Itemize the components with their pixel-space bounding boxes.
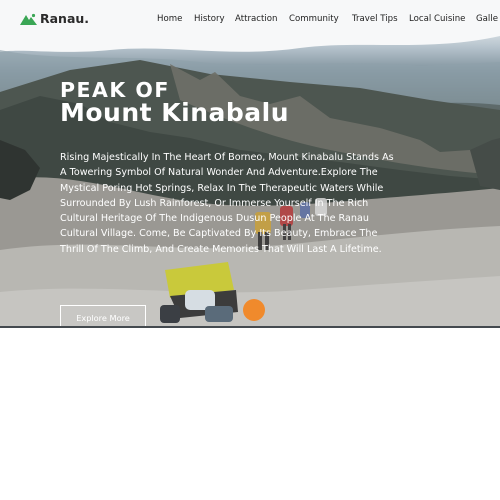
nav-link-history[interactable]: History xyxy=(194,14,225,24)
hero-title: Mount Kinabalu xyxy=(60,98,290,127)
mountain-icon xyxy=(20,13,37,25)
nav-link-community[interactable]: Community xyxy=(289,14,339,24)
top-navigation: Ranau. Home History Attraction Community… xyxy=(0,0,500,40)
nav-link-home[interactable]: Home xyxy=(157,14,182,24)
nav-link-travel-tips[interactable]: Travel Tips xyxy=(352,14,398,24)
nav-link-local-cuisine[interactable]: Local Cuisine xyxy=(409,14,465,24)
nav-link-attraction[interactable]: Attraction xyxy=(235,14,277,24)
nav-link-gallery[interactable]: Galle xyxy=(476,14,498,24)
explore-more-button[interactable]: Explore More xyxy=(60,305,146,326)
brand-name: Ranau. xyxy=(40,11,90,26)
hero-description: Rising Majestically In The Heart Of Born… xyxy=(60,152,394,255)
hero-divider xyxy=(0,326,500,328)
brand-logo[interactable]: Ranau. xyxy=(20,11,89,26)
hero-section: Ranau. Home History Attraction Community… xyxy=(0,0,500,326)
